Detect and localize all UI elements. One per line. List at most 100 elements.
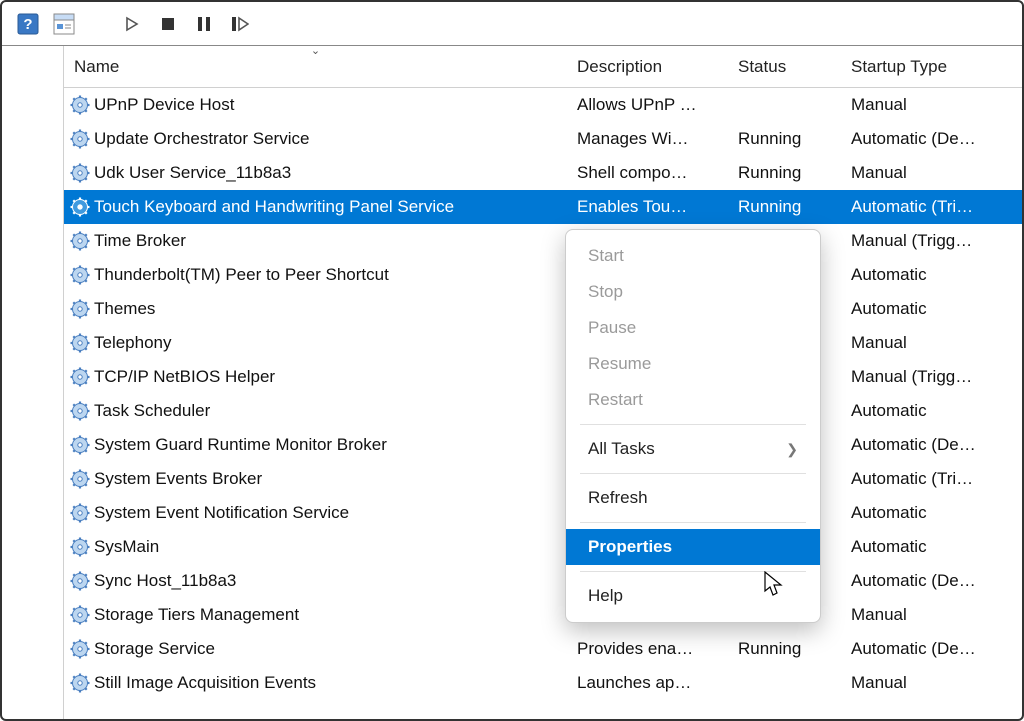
service-startup-label: Manual bbox=[841, 673, 1022, 693]
service-name-label: TCP/IP NetBIOS Helper bbox=[94, 367, 275, 387]
service-startup-label: Automatic (De… bbox=[841, 129, 1022, 149]
context-menu-item-resume: Resume bbox=[566, 346, 820, 382]
properties-toolbar-button[interactable] bbox=[50, 10, 78, 38]
service-row[interactable]: Sync Host_11b8a3 Automatic (De… bbox=[64, 564, 1022, 598]
column-header-name-label: Name bbox=[74, 57, 119, 77]
gear-icon bbox=[70, 333, 90, 353]
gear-icon bbox=[70, 265, 90, 285]
ctx-item-label: Refresh bbox=[588, 488, 648, 508]
context-menu-item-help[interactable]: Help bbox=[566, 578, 820, 614]
service-name-label: Sync Host_11b8a3 bbox=[94, 571, 236, 591]
service-status-label: Running bbox=[728, 197, 841, 217]
service-startup-label: Automatic bbox=[841, 299, 1022, 319]
context-menu-item-properties[interactable]: Properties bbox=[566, 529, 820, 565]
gear-icon bbox=[70, 129, 90, 149]
ctx-item-label: Stop bbox=[588, 282, 623, 302]
service-row[interactable]: System Events Broker Automatic (Tri… bbox=[64, 462, 1022, 496]
service-name-label: Thunderbolt(TM) Peer to Peer Shortcut bbox=[94, 265, 389, 285]
svg-text:?: ? bbox=[23, 16, 32, 33]
gear-icon bbox=[70, 163, 90, 183]
service-row[interactable]: Udk User Service_11b8a3 Shell compo… Run… bbox=[64, 156, 1022, 190]
service-row[interactable]: SysMain Automatic bbox=[64, 530, 1022, 564]
gear-icon bbox=[70, 435, 90, 455]
service-row[interactable]: System Event Notification Service Automa… bbox=[64, 496, 1022, 530]
column-header-name[interactable]: ⌄ Name bbox=[64, 46, 567, 87]
service-desc-label: Shell compo… bbox=[567, 163, 728, 183]
context-menu-separator bbox=[580, 473, 806, 474]
service-startup-label: Automatic (De… bbox=[841, 571, 1022, 591]
service-startup-label: Manual (Trigg… bbox=[841, 231, 1022, 251]
service-name-label: Storage Tiers Management bbox=[94, 605, 299, 625]
service-row[interactable]: Storage Tiers Management Manual bbox=[64, 598, 1022, 632]
gear-icon bbox=[70, 639, 90, 659]
stop-service-button[interactable] bbox=[154, 10, 182, 38]
help-button[interactable]: ? bbox=[14, 10, 42, 38]
service-startup-label: Manual (Trigg… bbox=[841, 367, 1022, 387]
service-row[interactable]: UPnP Device Host Allows UPnP … Manual bbox=[64, 88, 1022, 122]
service-startup-label: Automatic bbox=[841, 503, 1022, 523]
ctx-item-label: Pause bbox=[588, 318, 636, 338]
context-menu-item-start: Start bbox=[566, 238, 820, 274]
service-startup-label: Automatic bbox=[841, 265, 1022, 285]
service-row[interactable]: Touch Keyboard and Handwriting Panel Ser… bbox=[64, 190, 1022, 224]
service-name-label: SysMain bbox=[94, 537, 159, 557]
column-header-startup[interactable]: Startup Type bbox=[841, 46, 1022, 87]
gear-icon bbox=[70, 197, 90, 217]
service-row[interactable]: TCP/IP NetBIOS Helper Manual (Trigg… bbox=[64, 360, 1022, 394]
pause-service-button[interactable] bbox=[190, 10, 218, 38]
service-row[interactable]: Themes Automatic bbox=[64, 292, 1022, 326]
service-startup-label: Manual bbox=[841, 95, 1022, 115]
service-desc-label: Allows UPnP … bbox=[567, 95, 728, 115]
service-row[interactable]: Storage Service Provides ena… Running Au… bbox=[64, 632, 1022, 666]
ctx-item-label: Restart bbox=[588, 390, 643, 410]
service-desc-label: Provides ena… bbox=[567, 639, 728, 659]
column-header-status[interactable]: Status bbox=[728, 46, 841, 87]
context-menu-separator bbox=[580, 571, 806, 572]
service-row[interactable]: Still Image Acquisition Events Launches … bbox=[64, 666, 1022, 700]
service-desc-label: Enables Tou… bbox=[567, 197, 728, 217]
service-desc-label: Manages Wi… bbox=[567, 129, 728, 149]
chevron-down-icon: ⌄ bbox=[311, 46, 320, 57]
column-headers: ⌄ Name Description Status Startup Type bbox=[64, 46, 1022, 88]
service-name-label: Udk User Service_11b8a3 bbox=[94, 163, 291, 183]
service-row[interactable]: Update Orchestrator Service Manages Wi… … bbox=[64, 122, 1022, 156]
service-row[interactable]: System Guard Runtime Monitor Broker Auto… bbox=[64, 428, 1022, 462]
context-menu-item-all-tasks[interactable]: All Tasks❯ bbox=[566, 431, 820, 467]
column-header-description[interactable]: Description bbox=[567, 46, 728, 87]
chevron-right-icon: ❯ bbox=[786, 441, 798, 458]
tree-pane[interactable] bbox=[2, 46, 64, 719]
gear-icon bbox=[70, 469, 90, 489]
context-menu-item-pause: Pause bbox=[566, 310, 820, 346]
toolbar: ? bbox=[2, 2, 1022, 46]
service-row[interactable]: Thunderbolt(TM) Peer to Peer Shortcut Au… bbox=[64, 258, 1022, 292]
service-row[interactable]: Time Broker Manual (Trigg… bbox=[64, 224, 1022, 258]
service-name-label: Themes bbox=[94, 299, 155, 319]
service-status-label: Running bbox=[728, 163, 841, 183]
service-startup-label: Automatic (De… bbox=[841, 435, 1022, 455]
service-row[interactable]: Telephony Manual bbox=[64, 326, 1022, 360]
context-menu-item-refresh[interactable]: Refresh bbox=[566, 480, 820, 516]
service-startup-label: Automatic bbox=[841, 401, 1022, 421]
context-menu-separator bbox=[580, 424, 806, 425]
ctx-item-label: Start bbox=[588, 246, 624, 266]
service-name-label: Still Image Acquisition Events bbox=[94, 673, 316, 693]
service-startup-label: Automatic (De… bbox=[841, 639, 1022, 659]
service-status-label: Running bbox=[728, 639, 841, 659]
context-menu-separator bbox=[580, 522, 806, 523]
restart-service-button[interactable] bbox=[226, 10, 254, 38]
gear-icon bbox=[70, 231, 90, 251]
service-startup-label: Automatic (Tri… bbox=[841, 469, 1022, 489]
service-name-label: Update Orchestrator Service bbox=[94, 129, 309, 149]
ctx-item-label: Resume bbox=[588, 354, 651, 374]
gear-icon bbox=[70, 367, 90, 387]
service-row[interactable]: Task Scheduler Automatic bbox=[64, 394, 1022, 428]
ctx-item-label: Properties bbox=[588, 537, 672, 557]
start-service-button[interactable] bbox=[118, 10, 146, 38]
gear-icon bbox=[70, 605, 90, 625]
gear-icon bbox=[70, 571, 90, 591]
ctx-item-label: Help bbox=[588, 586, 623, 606]
service-name-label: Telephony bbox=[94, 333, 172, 353]
context-menu-item-restart: Restart bbox=[566, 382, 820, 418]
service-startup-label: Automatic bbox=[841, 537, 1022, 557]
service-name-label: System Guard Runtime Monitor Broker bbox=[94, 435, 387, 455]
